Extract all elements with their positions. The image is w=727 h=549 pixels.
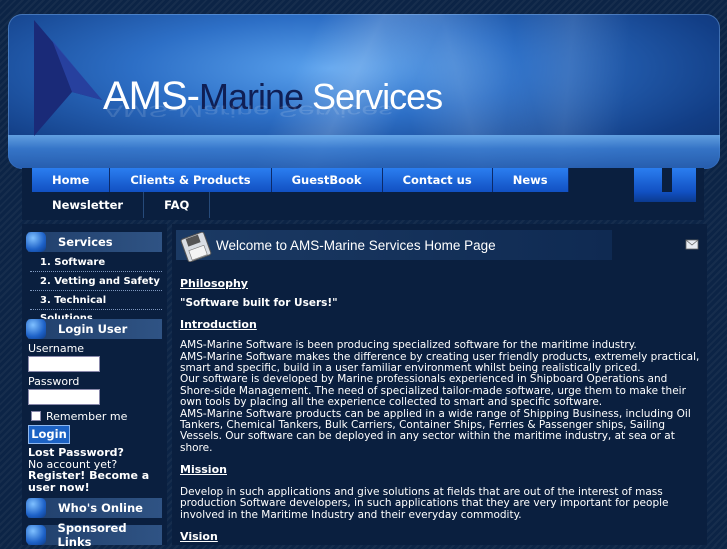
article-body: Philosophy "Software built for Users!" I… xyxy=(180,277,704,543)
remember-me-label: Remember me xyxy=(46,410,128,423)
password-label: Password xyxy=(28,375,80,388)
nav-newsletter[interactable]: Newsletter xyxy=(32,192,145,218)
orb-icon xyxy=(26,319,46,339)
nav-decoration xyxy=(672,168,696,192)
nav-clients-products[interactable]: Clients & Products xyxy=(110,168,272,192)
orb-icon xyxy=(26,525,46,545)
nav-row-secondary: Newsletter FAQ xyxy=(32,192,211,218)
email-icon[interactable] xyxy=(685,237,699,251)
introduction-heading: Introduction xyxy=(180,317,257,331)
nav-decoration xyxy=(634,168,662,192)
password-input[interactable] xyxy=(28,389,100,405)
nav-decoration xyxy=(634,192,696,202)
main-navigation: Home Clients & Products GuestBook Contac… xyxy=(22,168,704,220)
username-input[interactable] xyxy=(28,356,100,372)
logo-reflection: AMS-Marine Services xyxy=(103,101,394,120)
login-button[interactable]: Login xyxy=(28,425,70,444)
whos-online-header: Who's Online xyxy=(26,498,162,518)
orb-icon xyxy=(26,498,46,518)
nav-guestbook[interactable]: GuestBook xyxy=(271,168,383,192)
floppy-disk-icon xyxy=(180,232,212,262)
welcome-header: Welcome to AMS-Marine Services Home Page xyxy=(176,230,612,262)
intro-paragraph: AMS-Marine Software is been producing sp… xyxy=(180,339,637,352)
mission-heading: Mission xyxy=(180,463,227,477)
nav-news[interactable]: News xyxy=(492,168,569,192)
intro-paragraph: AMS-Marine Software makes the difference… xyxy=(180,350,700,375)
vision-heading: Vision xyxy=(180,529,218,543)
slogan-text: "Software built for Users!" xyxy=(180,297,338,310)
login-header: Login User xyxy=(26,319,162,339)
intro-paragraph: Our software is developed by Marine prof… xyxy=(180,373,686,409)
services-header: Services xyxy=(26,232,162,252)
header-banner: AMS-Marine Services AMS-Marine Services xyxy=(8,14,720,169)
nav-row-primary: Home Clients & Products GuestBook Contac… xyxy=(32,168,569,192)
remember-me-checkbox[interactable] xyxy=(31,411,41,421)
nav-home[interactable]: Home xyxy=(32,168,111,192)
register-link[interactable]: Register! Become a user now! xyxy=(28,470,160,494)
service-link-vetting[interactable]: 2. Vetting and Safety xyxy=(30,273,162,291)
left-sidebar: Services 1. Software 2. Vetting and Safe… xyxy=(22,224,167,549)
sail-logo-icon xyxy=(34,20,102,136)
nav-faq[interactable]: FAQ xyxy=(144,192,211,218)
service-link-software[interactable]: 1. Software xyxy=(30,254,162,272)
username-label: Username xyxy=(28,342,85,355)
sponsored-links-header: Sponsored Links xyxy=(26,521,162,549)
orb-icon xyxy=(26,232,46,252)
main-content: Welcome to AMS-Marine Services Home Page… xyxy=(172,224,707,545)
welcome-title: Welcome to AMS-Marine Services Home Page xyxy=(216,238,496,253)
nav-contact-us[interactable]: Contact us xyxy=(382,168,493,192)
service-link-technical[interactable]: 3. Technical Solutions xyxy=(30,292,162,324)
intro-paragraph: AMS-Marine Software products can be appl… xyxy=(180,407,691,454)
mission-paragraph: Develop in such applications and give so… xyxy=(180,485,669,521)
banner-bottom-shine xyxy=(8,135,720,169)
philosophy-heading: Philosophy xyxy=(180,277,248,290)
